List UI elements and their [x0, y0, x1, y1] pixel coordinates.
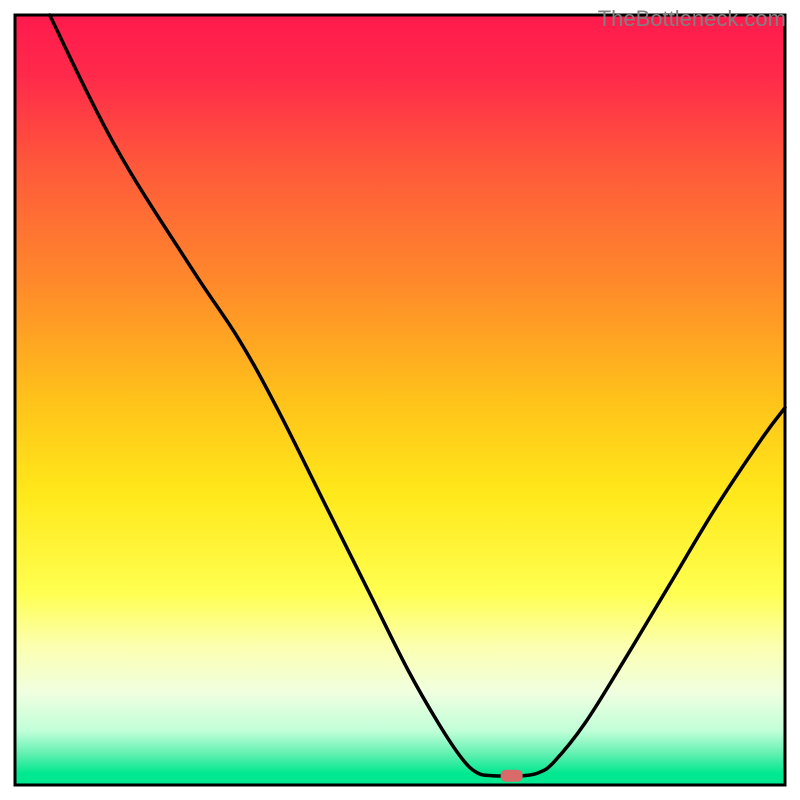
gradient-background	[15, 15, 785, 785]
chart-svg	[0, 0, 800, 800]
watermark-text: TheBottleneck.com	[598, 6, 786, 32]
optimum-marker	[501, 770, 523, 782]
bottleneck-chart: TheBottleneck.com	[0, 0, 800, 800]
